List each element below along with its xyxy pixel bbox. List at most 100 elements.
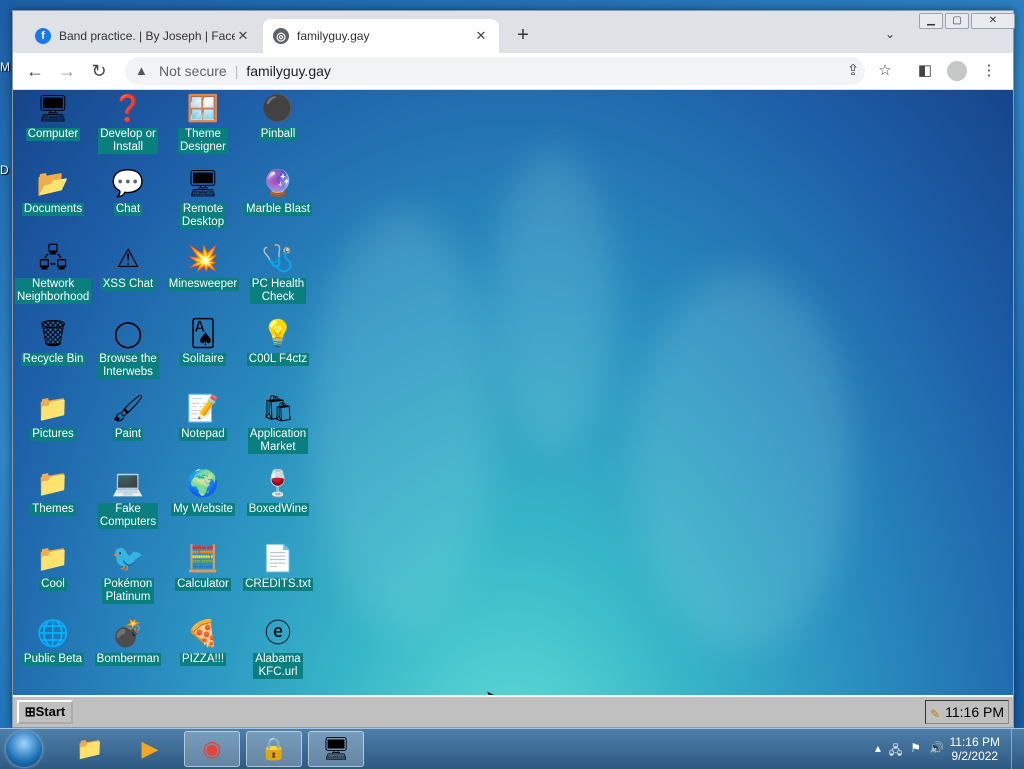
maximize-button[interactable]: ▢	[945, 13, 969, 29]
emulated-clock[interactable]: 11:16 PM	[945, 704, 1004, 720]
tab-facebook[interactable]: f Band practice. | By Joseph | Faceb ✕	[25, 19, 261, 53]
new-tab-button[interactable]: +	[513, 25, 533, 45]
folder-icon: 📁	[36, 468, 70, 498]
emulated-tray: ✎ 11:16 PM	[925, 700, 1009, 724]
desktop-icon[interactable]: 📁 Themes	[15, 467, 91, 517]
desktop-icon-label: Computer	[25, 128, 81, 141]
desktop-icon[interactable]: 💣 Bomberman	[90, 617, 166, 667]
minimize-button[interactable]: ▁	[919, 13, 943, 29]
desktop-icon[interactable]: 📄 CREDITS.txt	[240, 542, 316, 592]
desktop-icon[interactable]: 💡 C00L F4ctz	[240, 317, 316, 367]
tray-app-icon[interactable]: ✎	[930, 703, 940, 725]
tab-close-icon[interactable]: ✕	[473, 28, 489, 44]
volume-icon[interactable]: 🔊	[929, 741, 944, 762]
desktop-icon[interactable]: 🗑 Recycle Bin	[15, 317, 91, 367]
desktop-icon-label: Solitaire	[180, 353, 226, 366]
desktop-icon-label: BoxedWine	[246, 503, 310, 516]
desktop-icon[interactable]: 🌐 Public Beta	[15, 617, 91, 667]
folder-icon: 📁	[36, 393, 70, 423]
url-text[interactable]: familyguy.gay	[246, 63, 331, 79]
desktop-icon[interactable]: 🌍 My Website	[165, 467, 241, 517]
desktop-icon[interactable]: 💥 Minesweeper	[165, 242, 241, 292]
security-status[interactable]: Not secure	[159, 63, 227, 79]
desktop-icon[interactable]: 🛍 Application Market	[240, 392, 316, 455]
bomberman-icon: 💣	[111, 618, 145, 648]
forward-arrow-icon[interactable]: →	[57, 61, 77, 81]
desktop-icon[interactable]: ⚠ XSS Chat	[90, 242, 166, 292]
desktop-icon[interactable]: 🩺 PC Health Check	[240, 242, 316, 305]
back-arrow-icon[interactable]: ←	[25, 61, 45, 81]
desktop-icon[interactable]: ⚫ Pinball	[240, 92, 316, 142]
tab-close-icon[interactable]: ✕	[235, 28, 251, 44]
action-center-flag-icon[interactable]: ⚑	[910, 741, 921, 762]
terminal-app-icon[interactable]: 🖥	[308, 731, 364, 767]
computer-icon: 🖥	[36, 93, 70, 123]
clock-date: 9/2/2022	[951, 749, 999, 763]
system-clock[interactable]: 11:16 PM 9/2/2022	[950, 735, 1000, 763]
security-app-icon[interactable]: 🔒	[246, 731, 302, 767]
desktop-icon-label: Remote Desktop	[179, 203, 227, 229]
theme-designer-icon: 🪟	[186, 93, 220, 123]
desktop-icon[interactable]: 📁 Pictures	[15, 392, 91, 442]
chrome-icon[interactable]: ◉	[184, 731, 240, 767]
desktop-icon[interactable]: 📝 Notepad	[165, 392, 241, 442]
desktop-icon[interactable]: 💬 Chat	[90, 167, 166, 217]
desktop-icon[interactable]: 📂 Documents	[15, 167, 91, 217]
tab-search-chevron-icon[interactable]: ⌄	[885, 27, 901, 43]
ie-shortcut-icon: ⓔ	[264, 618, 291, 648]
chat-warning-icon: ⚠	[116, 243, 140, 273]
show-desktop-button[interactable]	[1011, 729, 1024, 769]
desktop-icon-label: Recycle Bin	[20, 353, 86, 366]
side-panel-icon[interactable]: ◧	[915, 61, 935, 81]
desktop-icon[interactable]: 🐦 Pokémon Platinum	[90, 542, 166, 605]
desktop-icon-label: Public Beta	[21, 653, 85, 666]
desktop-icon-label: Marble Blast	[244, 203, 312, 216]
desktop-icon-label: Develop or Install	[98, 128, 158, 154]
address-bar[interactable]: ▲ Not secure | familyguy.gay	[125, 57, 865, 85]
desktop-icon[interactable]: 🔮 Marble Blast	[240, 167, 316, 217]
globe-icon: 🌐	[36, 618, 70, 648]
desktop-icon[interactable]: ◯ Browse the Interwebs	[90, 317, 166, 380]
page-viewport: 🖥 Computer 📂 Documents 🖧 Network Neighborhood…	[13, 90, 1013, 727]
desktop-icon-label: PC Health Check	[249, 278, 307, 304]
network-icon[interactable]: 🖧	[889, 741, 902, 762]
desktop-icon-label: Cool	[39, 578, 67, 591]
explorer-icon[interactable]: 📁	[62, 731, 118, 767]
start-button[interactable]: ⊞Start	[17, 700, 73, 724]
desktop-icon[interactable]: 🪟 Theme Designer	[165, 92, 241, 155]
kebab-menu-icon[interactable]: ⋮	[979, 61, 999, 81]
show-hidden-icons-icon[interactable]: ▴	[875, 741, 881, 762]
desktop-icon-label: Network Neighborhood	[15, 278, 92, 304]
desktop-icon-label: Themes	[30, 503, 76, 516]
desktop-icon[interactable]: 🍷 BoxedWine	[240, 467, 316, 517]
desktop-icon[interactable]: 📁 Cool	[15, 542, 91, 592]
close-window-button[interactable]: ✕	[971, 13, 1015, 29]
desktop-icon[interactable]: 🖥 Remote Desktop	[165, 167, 241, 230]
share-icon[interactable]: ⇪	[843, 61, 863, 81]
desktop-icon-label: Notepad	[179, 428, 227, 441]
desktop-icon[interactable]: 🖧 Network Neighborhood	[15, 242, 92, 305]
mine-icon: 💥	[186, 243, 220, 273]
desktop-icon[interactable]: 🧮 Calculator	[165, 542, 241, 592]
folder-icon: 📁	[36, 543, 70, 573]
warning-triangle-icon[interactable]: ▲	[135, 63, 151, 79]
calculator-icon: 🧮	[186, 543, 220, 573]
reload-icon[interactable]: ↻	[89, 61, 109, 81]
desktop-icon-label: PIZZA!!!	[179, 653, 227, 666]
desktop-icon-label: CREDITS.txt	[243, 578, 313, 591]
desktop-icon-label: Fake Computers	[97, 503, 159, 529]
tab-familyguy[interactable]: ◎ familyguy.gay ✕	[263, 19, 499, 53]
documents-folder-icon: 📂	[36, 168, 70, 198]
profile-avatar-icon[interactable]	[947, 61, 967, 81]
desktop-icon[interactable]: 🖌 Paint	[90, 392, 166, 442]
desktop-icon[interactable]: ❓ Develop or Install	[90, 92, 166, 155]
bookmark-star-icon[interactable]: ☆	[875, 61, 895, 81]
desktop-icon[interactable]: 🂡 Solitaire	[165, 317, 241, 367]
media-player-icon[interactable]: ▶	[122, 731, 178, 767]
desktop-icon[interactable]: ⓔ Alabama KFC.url	[240, 617, 316, 680]
desktop-icon-label: Calculator	[175, 578, 231, 591]
desktop-icon[interactable]: 💻 Fake Computers	[90, 467, 166, 530]
desktop-icon[interactable]: 🍕 PIZZA!!!	[165, 617, 241, 667]
desktop-icon[interactable]: 🖥 Computer	[15, 92, 91, 142]
windows-start-orb-icon[interactable]	[6, 731, 42, 767]
